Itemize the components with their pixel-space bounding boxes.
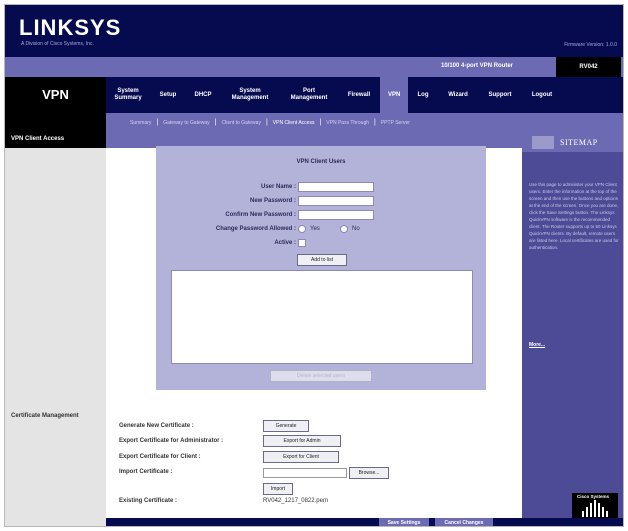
subtab-client-to-gateway[interactable]: Client to Gateway xyxy=(221,120,260,126)
router-admin-page: LINKSYS A Division of Cisco Systems, Inc… xyxy=(4,4,624,527)
help-text: Use this page to administer your VPN Cli… xyxy=(529,182,619,250)
vpn-client-users-panel: VPN Client Users User Name : New Passwor… xyxy=(156,146,486,390)
main-tabs: System Summary Setup DHCP System Managem… xyxy=(106,77,623,113)
tab-wizard[interactable]: Wizard xyxy=(438,92,478,99)
import-file-input[interactable] xyxy=(263,468,347,478)
subnav-divider: | xyxy=(214,119,217,126)
subnav-divider: | xyxy=(265,119,268,126)
tab-firewall[interactable]: Firewall xyxy=(338,92,380,99)
tab-logout[interactable]: Logout xyxy=(522,92,562,99)
logo-subtitle: A Division of Cisco Systems, Inc. xyxy=(21,41,94,47)
panel-title: VPN Client Users xyxy=(296,159,346,165)
yes-label: Yes xyxy=(310,226,320,232)
subtab-gateway-to-gateway[interactable]: Gateway to Gateway xyxy=(163,120,209,126)
subnav-divider: | xyxy=(156,119,159,126)
subtab-vpn-pass-through[interactable]: VPN Pass Through xyxy=(326,120,369,126)
username-input[interactable] xyxy=(298,182,374,192)
cancel-changes-button[interactable]: Cancel Changes xyxy=(435,518,493,526)
import-button[interactable]: Import xyxy=(263,483,293,495)
no-label: No xyxy=(352,226,360,232)
subtab-pptp-server[interactable]: PPTP Server xyxy=(381,120,410,126)
existing-certificate-label: Existing Certificate : xyxy=(119,498,178,504)
new-password-row: New Password : xyxy=(156,196,486,208)
allow-change-yes-radio[interactable] xyxy=(298,225,306,233)
product-name: 10/100 4-port VPN Router xyxy=(441,63,514,69)
section-title: VPN xyxy=(5,77,106,132)
tab-dhcp[interactable]: DHCP xyxy=(186,92,220,99)
vpn-users-list[interactable] xyxy=(171,270,473,364)
export-for-admin-button[interactable]: Export for Admin xyxy=(263,435,341,447)
left-column xyxy=(5,132,106,526)
sitemap-icon[interactable] xyxy=(532,136,554,149)
linksys-logo: LINKSYS xyxy=(19,15,122,40)
top-banner: LINKSYS A Division of Cisco Systems, Inc… xyxy=(5,5,623,57)
username-row: User Name : xyxy=(156,182,486,194)
subnav-divider: | xyxy=(374,119,376,126)
active-row: Active : xyxy=(156,238,486,250)
add-to-list-button[interactable]: Add to list xyxy=(297,254,347,266)
export-for-client-button[interactable]: Export for Client xyxy=(263,451,339,463)
confirm-password-input[interactable] xyxy=(298,210,374,220)
existing-certificate-value: RV042_1217_0822.pem xyxy=(263,498,328,504)
tab-system-management[interactable]: System Management xyxy=(220,88,280,102)
import-certificate-label: Import Certificate : xyxy=(119,469,173,475)
new-password-label: New Password : xyxy=(249,198,296,204)
sitemap-link[interactable]: SITEMAP xyxy=(560,138,598,147)
username-label: User Name : xyxy=(260,184,296,190)
export-client-label: Export Certificate for Client : xyxy=(119,454,201,460)
confirm-password-row: Confirm New Password : xyxy=(156,210,486,222)
tab-log[interactable]: Log xyxy=(408,92,438,99)
subtab-vpn-client-access[interactable]: VPN Client Access xyxy=(273,120,315,126)
footer-bar xyxy=(106,518,623,526)
allow-change-label: Change Password Allowed : xyxy=(215,226,296,232)
tab-support[interactable]: Support xyxy=(478,92,522,99)
subnav-divider: | xyxy=(319,119,322,126)
new-password-input[interactable] xyxy=(298,196,374,206)
export-admin-label: Export Certificate for Administrator : xyxy=(119,438,224,444)
product-band xyxy=(5,57,623,77)
tab-system-summary[interactable]: System Summary xyxy=(106,88,150,102)
tab-vpn[interactable]: VPN xyxy=(380,77,408,113)
section-label-vpn-client-access: VPN Client Access xyxy=(5,132,106,148)
firmware-version: Firmware Version: 1.0.0 xyxy=(564,42,617,48)
section-label-certificate-management: Certificate Management xyxy=(11,413,79,419)
browse-button[interactable]: Browse... xyxy=(349,467,389,479)
generate-button[interactable]: Generate xyxy=(263,420,309,432)
delete-selected-users-button[interactable]: Delete selected users xyxy=(270,370,372,382)
generate-certificate-label: Generate New Certificate : xyxy=(119,423,194,429)
allow-change-no-radio[interactable] xyxy=(340,225,348,233)
more-link[interactable]: More... xyxy=(529,342,545,348)
footer-left xyxy=(5,518,106,526)
model-number: RV042 xyxy=(556,57,621,77)
allow-change-row: Change Password Allowed : Yes No xyxy=(156,224,486,236)
subtab-summary[interactable]: Summary xyxy=(130,120,151,126)
active-checkbox[interactable] xyxy=(298,239,306,247)
cisco-label: Cisco Systems xyxy=(577,494,610,499)
tab-setup[interactable]: Setup xyxy=(150,92,186,99)
confirm-password-label: Confirm New Password : xyxy=(225,212,296,218)
save-settings-button[interactable]: Save Settings xyxy=(379,518,429,526)
active-label: Active : xyxy=(274,240,296,246)
tab-port-management[interactable]: Port Management xyxy=(280,88,338,102)
vpn-subnav: Summary | Gateway to Gateway | Client to… xyxy=(106,113,623,132)
